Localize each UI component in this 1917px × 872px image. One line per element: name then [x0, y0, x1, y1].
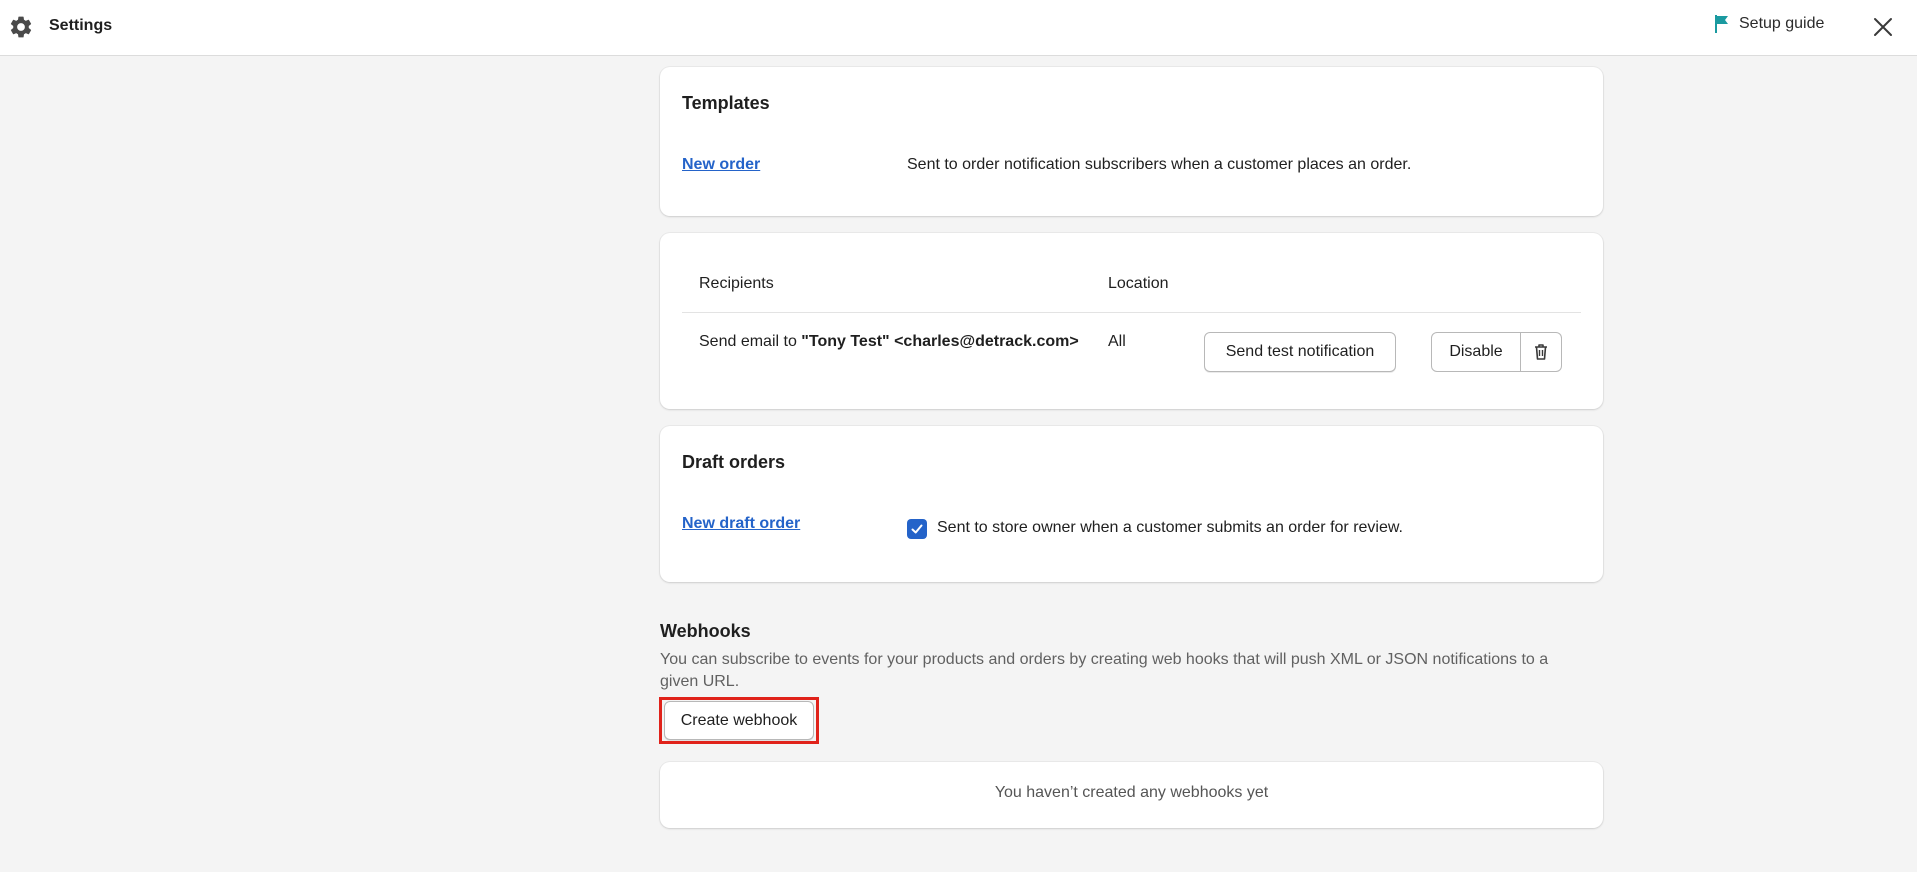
- recipients-card: Recipients Location Send email to "Tony …: [660, 233, 1603, 409]
- page-title: Settings: [49, 17, 113, 34]
- recipient-email: "Tony Test" <charles@detrack.com>: [801, 333, 1079, 350]
- webhooks-title: Webhooks: [660, 621, 751, 641]
- top-bar: Settings Setup guide: [0, 0, 1917, 56]
- webhooks-description: You can subscribe to events for your pro…: [660, 651, 1549, 690]
- new-order-description: Sent to order notification subscribers w…: [907, 156, 1412, 173]
- create-webhook-button[interactable]: Create webhook: [664, 701, 814, 740]
- draft-orders-card: Draft orders New draft order Sent to sto…: [660, 426, 1603, 582]
- recipient-row: Send email to "Tony Test" <charles@detra…: [699, 333, 1079, 351]
- delete-button[interactable]: [1521, 332, 1562, 372]
- divider: [682, 312, 1581, 313]
- templates-card: Templates New order Sent to order notifi…: [660, 67, 1603, 216]
- disable-delete-group: Disable: [1431, 332, 1562, 372]
- new-draft-order-checkbox[interactable]: [907, 519, 927, 539]
- send-test-notification-button[interactable]: Send test notification: [1204, 332, 1396, 372]
- recipients-header: Recipients: [699, 275, 774, 292]
- flag-icon: [1715, 15, 1728, 33]
- trash-icon: [1535, 344, 1547, 360]
- gear-icon: [10, 16, 32, 38]
- draft-orders-title: Draft orders: [682, 452, 786, 472]
- checkmark-icon: [911, 524, 923, 534]
- location-header: Location: [1108, 275, 1169, 292]
- disable-button[interactable]: Disable: [1431, 332, 1521, 372]
- webhooks-empty-text: You haven’t created any webhooks yet: [994, 784, 1269, 801]
- setup-guide-label: Setup guide: [1739, 15, 1825, 32]
- new-draft-order-link[interactable]: New draft order: [682, 515, 800, 533]
- webhooks-empty-card: You haven’t created any webhooks yet: [660, 762, 1603, 828]
- new-order-link[interactable]: New order: [682, 156, 760, 174]
- templates-title: Templates: [682, 93, 770, 113]
- close-icon[interactable]: [1870, 14, 1896, 40]
- setup-guide-button[interactable]: Setup guide: [1713, 14, 1824, 34]
- recipient-location: All: [1108, 333, 1126, 350]
- recipient-prefix: Send email to: [699, 333, 802, 350]
- new-draft-order-description: Sent to store owner when a customer subm…: [937, 519, 1403, 536]
